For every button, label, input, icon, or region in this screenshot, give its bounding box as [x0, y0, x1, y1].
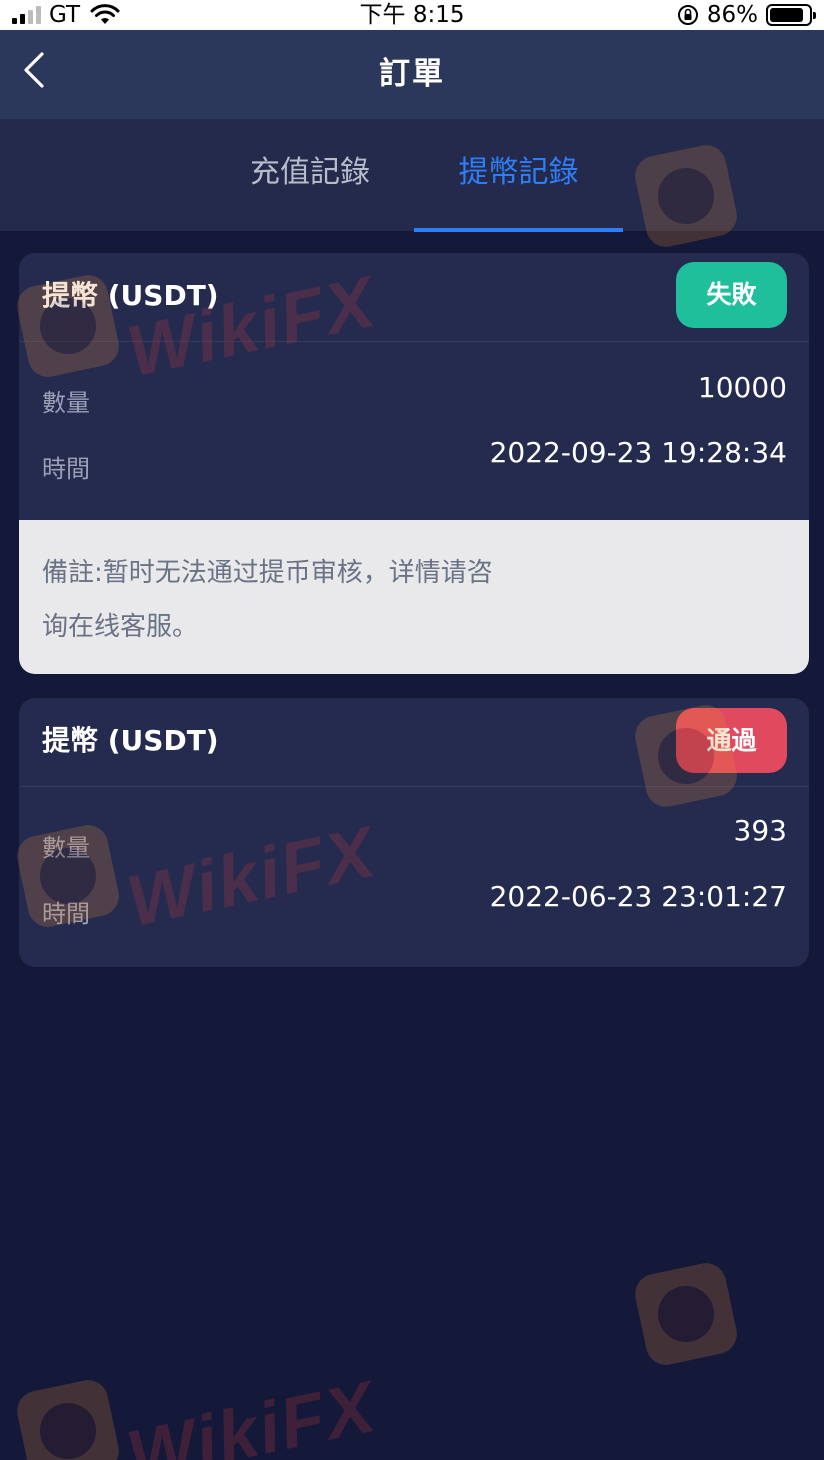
tab-deposit-records[interactable]: 充值記錄 — [210, 119, 410, 231]
quantity-label: 數量 — [42, 834, 90, 862]
status-right: 86% — [677, 0, 816, 30]
record-title: 提幣 (USDT) — [42, 724, 219, 757]
card-header: 提幣 (USDT) 失敗 — [19, 253, 809, 342]
time-value: 2022-06-23 23:01:27 — [489, 880, 787, 913]
quantity-label: 數量 — [42, 389, 90, 417]
time-label: 時間 — [42, 900, 90, 928]
withdrawal-record-card[interactable]: 提幣 (USDT) 失敗 數量 10000 時間 2022-09-23 19:2… — [19, 253, 809, 674]
watermark-logo-icon — [13, 1376, 123, 1460]
watermark-logo-icon — [631, 1259, 741, 1369]
order-page: GT 下午 8:15 86% 訂單 充值記錄 提幣記錄 提幣 (USDT) 失敗… — [0, 0, 824, 1460]
quantity-value: 10000 — [697, 371, 787, 404]
status-badge: 失敗 — [676, 262, 787, 328]
remark-box: 備註:暂时无法通过提币审核，详情请咨 询在线客服。 — [19, 520, 809, 674]
tab-withdrawal-records[interactable]: 提幣記錄 — [414, 119, 623, 231]
card-header: 提幣 (USDT) 通過 — [19, 698, 809, 787]
time-row: 時間 2022-09-23 19:28:34 — [19, 435, 809, 495]
remark-line-2: 询在线客服。 — [42, 612, 199, 642]
quantity-row: 數量 393 — [19, 810, 809, 870]
time-label: 時間 — [42, 455, 90, 483]
nav-bar: 訂單 — [0, 30, 824, 119]
time-value: 2022-09-23 19:28:34 — [489, 436, 787, 469]
remark-text: 備註:暂时无法通过提币审核，详情请咨 询在线客服。 — [42, 546, 562, 654]
status-bar: GT 下午 8:15 86% — [0, 0, 824, 30]
battery-percent: 86% — [706, 2, 758, 28]
quantity-value: 393 — [733, 814, 787, 847]
tab-bar: 充值記錄 提幣記錄 — [0, 119, 824, 231]
watermark-text: WikiFX — [120, 1366, 383, 1460]
quantity-row: 數量 10000 — [19, 365, 809, 425]
status-badge: 通過 — [676, 708, 787, 773]
battery-fill — [770, 8, 803, 22]
orientation-lock-icon — [677, 5, 698, 25]
battery-icon — [766, 4, 816, 26]
withdrawal-record-card[interactable]: 提幣 (USDT) 通過 數量 393 時間 2022-06-23 23:01:… — [19, 698, 809, 967]
active-tab-indicator — [414, 228, 623, 232]
record-title: 提幣 (USDT) — [42, 279, 219, 312]
remark-line-1: 備註:暂时无法通过提币审核，详情请咨 — [42, 558, 493, 588]
time-row: 時間 2022-06-23 23:01:27 — [19, 878, 809, 938]
page-title: 訂單 — [379, 56, 445, 92]
